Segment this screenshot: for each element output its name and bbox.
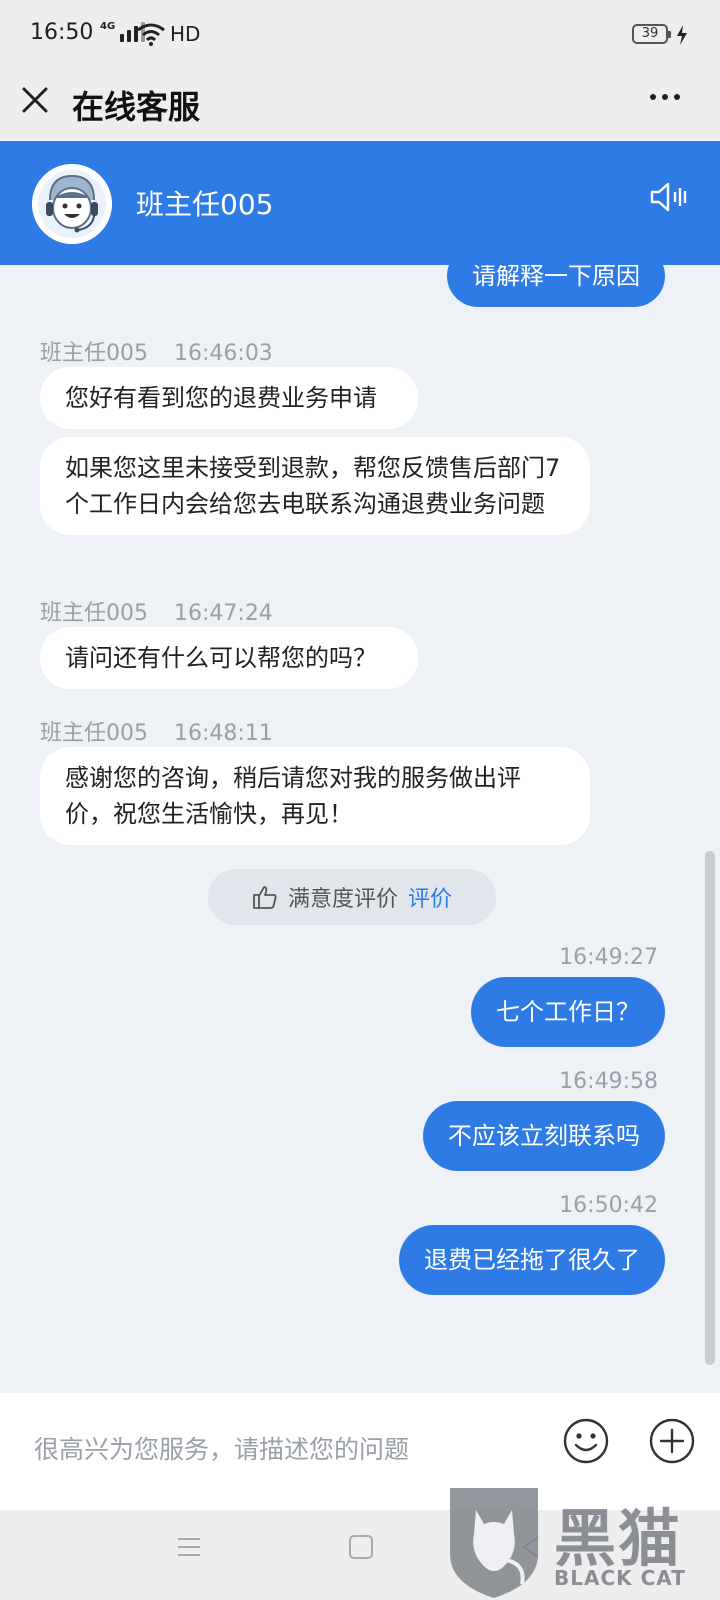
more-options-icon[interactable] [650,94,680,100]
network-type: 4G [100,21,116,32]
agent-avatar [32,164,112,244]
agent-message-bubble: 感谢您的咨询，稍后请您对我的服务做出评价，祝您生活愉快，再见！ [40,747,590,845]
message-text: 如果您这里未接受到退款，帮您反馈售后部门7个工作日内会给您去电联系沟通退费业务问… [65,454,561,518]
thumbs-up-icon [253,886,277,909]
message-text: 您好有看到您的退费业务申请 [65,384,377,412]
sender-name: 班主任005 [40,601,148,626]
user-message-bubble: 不应该立刻联系吗 [423,1101,665,1171]
emoji-icon[interactable] [562,1417,610,1465]
message-text: 请解释一下原因 [472,265,640,290]
chat-message-list[interactable]: 请解释一下原因 班主任005 16:46:03 您好有看到您的退费业务申请 如果您… [0,265,720,1393]
status-bar: 16:50 4G HD 39 [0,0,720,70]
message-time: 16:49:27 [559,945,658,970]
message-time: 16:46:03 [174,341,273,366]
battery-icon: 39 [632,24,671,44]
message-input[interactable] [34,1427,534,1471]
rate-link[interactable]: 评价 [408,881,452,913]
message-text: 不应该立刻联系吗 [448,1122,640,1150]
close-icon[interactable] [20,85,50,115]
user-message-bubble: 退费已经拖了很久了 [399,1225,665,1295]
sender-name: 班主任005 [40,341,148,366]
hd-indicator: HD [170,22,201,46]
menu-icon[interactable] [176,1534,202,1560]
satisfaction-rating: 满意度评价 评价 [208,869,496,925]
cat-shield-logo-icon [450,1488,538,1598]
message-time: 16:47:24 [174,601,273,626]
message-meta: 班主任005 16:46:03 [40,335,273,367]
message-time: 16:48:11 [174,721,273,746]
agent-message-bubble: 您好有看到您的退费业务申请 [40,367,418,429]
agent-message-bubble: 请问还有什么可以帮您的吗？ [40,627,418,689]
nav-bar: 在线客服 [0,70,720,140]
agent-header: 班主任005 [0,141,720,265]
watermark-subtext: BLACK CAT [554,1566,686,1590]
rating-label: 满意度评价 [287,887,398,912]
agent-message-bubble: 如果您这里未接受到退款，帮您反馈售后部门7个工作日内会给您去电联系沟通退费业务问… [40,437,590,535]
add-icon[interactable] [648,1417,696,1465]
page-title: 在线客服 [72,88,201,126]
status-time: 16:50 [30,20,94,45]
watermark-text: 黑猫 [554,1502,683,1575]
charging-icon [677,25,687,45]
message-meta: 班主任005 16:48:11 [40,715,273,747]
black-cat-watermark: 黑猫 BLACK CAT [446,1484,720,1600]
message-text: 请问还有什么可以帮您的吗？ [65,644,377,672]
message-text: 七个工作日？ [496,998,640,1026]
sender-name: 班主任005 [40,721,148,746]
message-time: 16:49:58 [559,1069,658,1094]
user-message-bubble: 七个工作日？ [471,977,665,1047]
message-time: 16:50:42 [559,1193,658,1218]
speaker-icon[interactable] [650,180,688,214]
user-message-bubble: 请解释一下原因 [447,265,665,307]
chat-scrollbar[interactable] [705,851,715,1365]
agent-name: 班主任005 [136,188,274,221]
wifi-icon [137,23,165,46]
message-meta: 班主任005 16:47:24 [40,595,273,627]
message-text: 感谢您的咨询，稍后请您对我的服务做出评价，祝您生活愉快，再见！ [65,764,521,828]
home-icon[interactable] [348,1534,374,1560]
message-text: 退费已经拖了很久了 [424,1246,640,1274]
battery-level: 39 [641,26,659,41]
